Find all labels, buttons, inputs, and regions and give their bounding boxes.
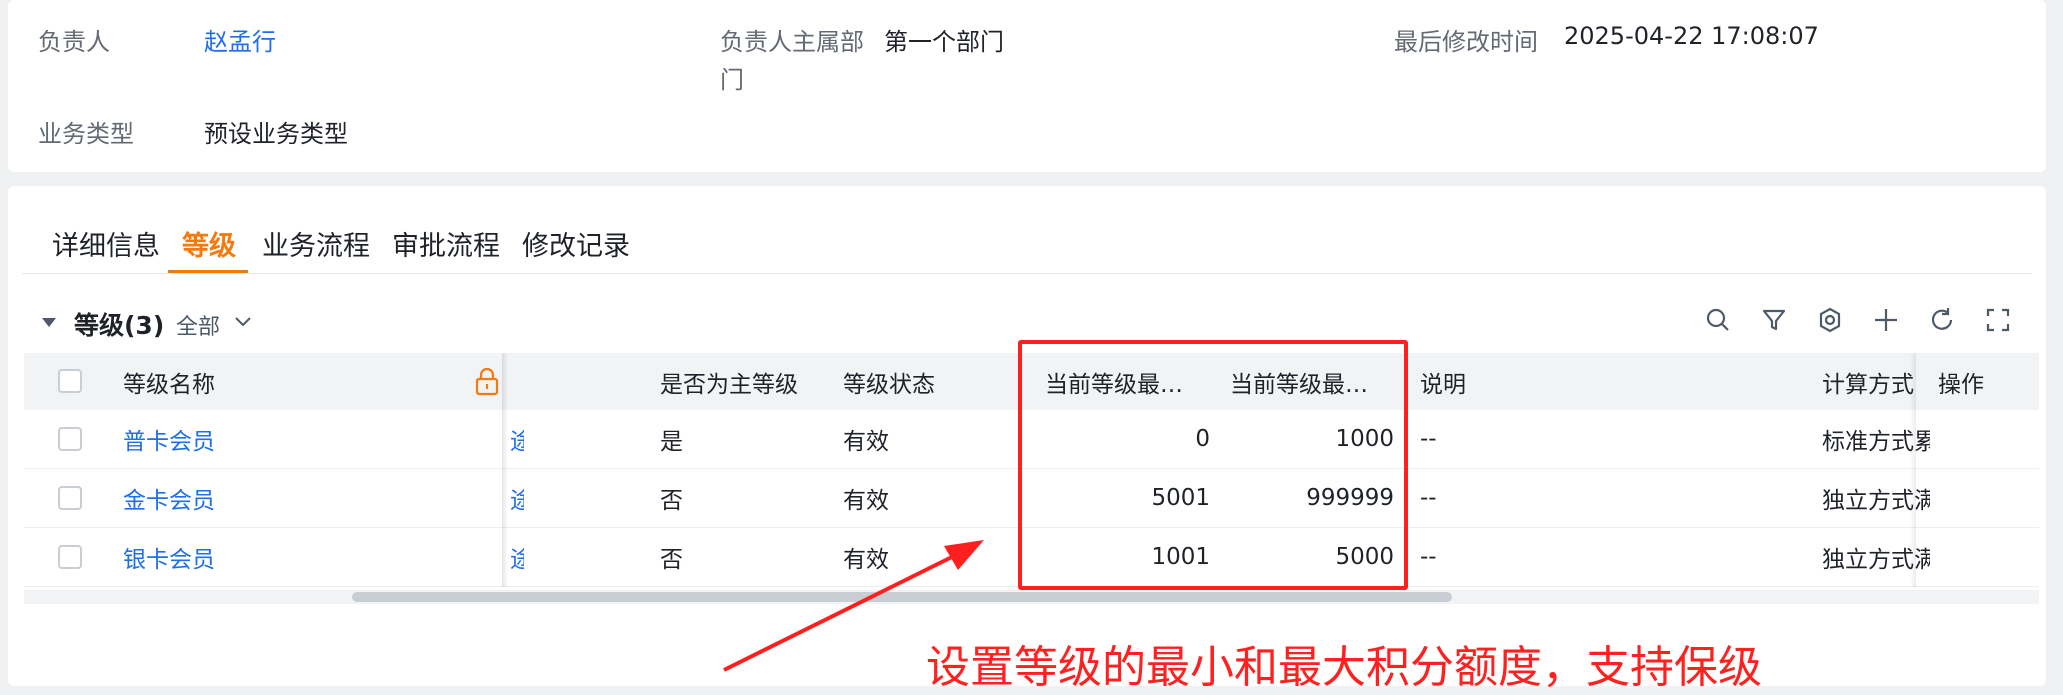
annotation-text: 设置等级的最小和最大积分额度，支持保级 <box>926 642 1762 693</box>
annotation-arrow-icon <box>723 540 984 672</box>
